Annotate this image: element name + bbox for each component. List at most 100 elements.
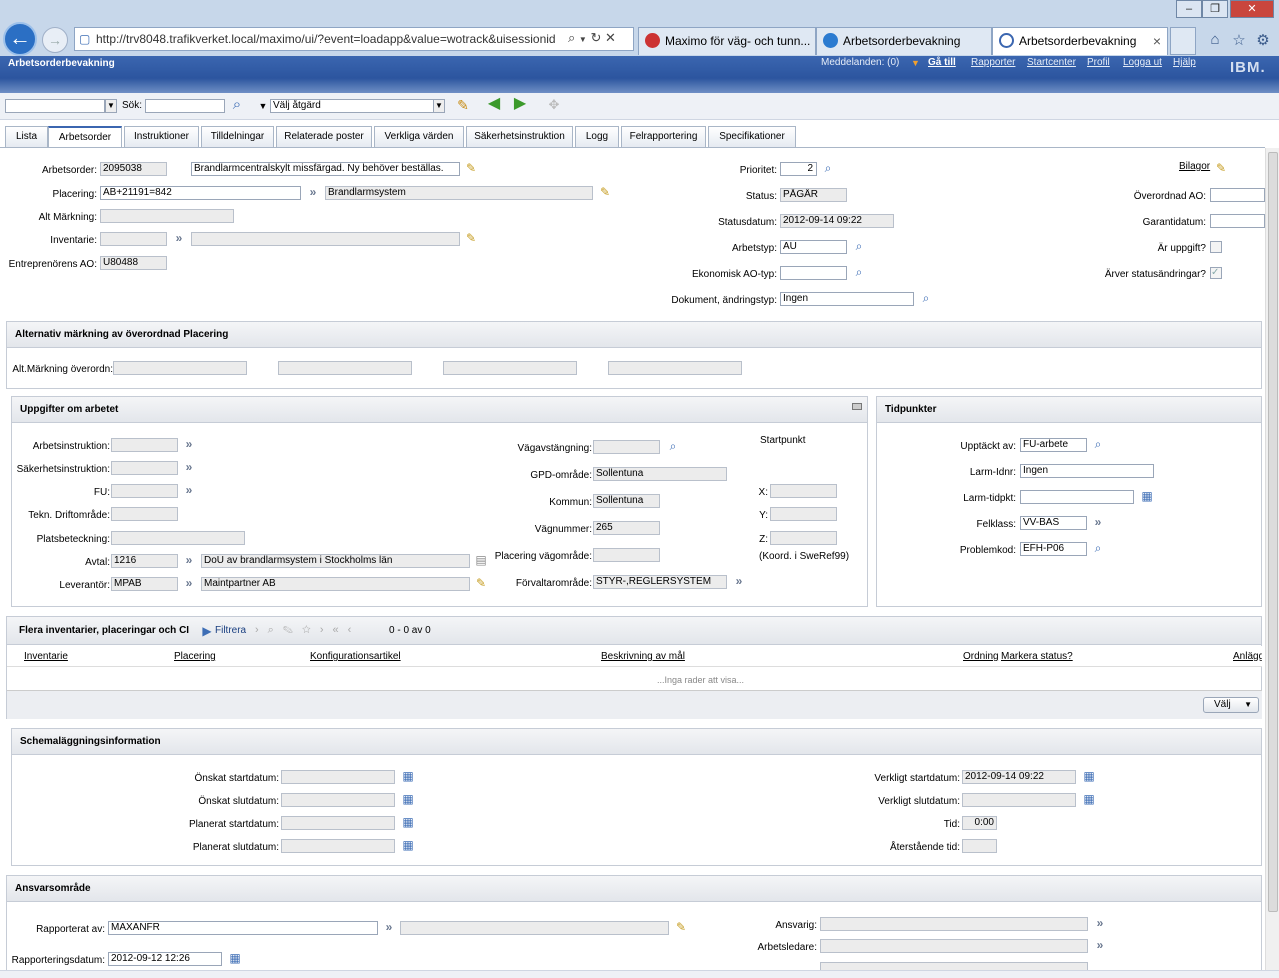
column-header[interactable]: Placering	[174, 651, 216, 662]
goto-link[interactable]: Gå till	[928, 57, 956, 68]
sakerhetsinstruktion-field[interactable]	[111, 461, 178, 475]
column-header[interactable]: Inventarie	[24, 651, 68, 662]
placering-menu-icon[interactable]: »	[306, 185, 320, 199]
minimize-button[interactable]: –	[1176, 0, 1202, 18]
rapporterat-field[interactable]: MAXANFR	[108, 921, 378, 935]
arbetsinstruktion-field[interactable]	[111, 438, 178, 452]
verkligt-slut-field[interactable]	[962, 793, 1076, 807]
ansvarig-field[interactable]	[820, 917, 1088, 931]
forvaltar-menu-icon[interactable]: »	[732, 574, 746, 588]
tab-relaterade-poster[interactable]: Relaterade poster	[276, 126, 372, 148]
avtal-menu-icon[interactable]: »	[182, 553, 196, 567]
tab-verkliga-varden[interactable]: Verkliga värden	[374, 126, 464, 148]
tekn-driftomrade-field[interactable]	[111, 507, 178, 521]
forvaltar-field[interactable]: STYR-,REGLERSYSTEM	[593, 575, 727, 589]
messages-link[interactable]: Meddelanden: (0)	[821, 57, 899, 68]
rapportdatum-field[interactable]: 2012-09-12 12:26	[108, 952, 222, 966]
dokument-lookup-icon[interactable]: ⌕	[919, 291, 933, 305]
arbetstyp-field[interactable]: AU	[780, 240, 847, 254]
help-link[interactable]: Hjälp	[1173, 57, 1196, 68]
onskat-slut-field[interactable]	[281, 793, 395, 807]
leverantor-field[interactable]: MPAB	[111, 577, 178, 591]
browser-tab-3[interactable]: Arbetsorderbevakning ×	[992, 27, 1168, 55]
home-icon[interactable]: ⌂	[1205, 31, 1225, 51]
larm-tidpkt-field[interactable]	[1020, 490, 1134, 504]
ekonomisk-field[interactable]	[780, 266, 847, 280]
placering-field[interactable]: AB+21191=842	[100, 186, 301, 200]
aterstaende-field[interactable]	[962, 839, 997, 853]
planerat-start-field[interactable]	[281, 816, 395, 830]
logout-link[interactable]: Logga ut	[1123, 57, 1162, 68]
rapportdatum-calendar-icon[interactable]: ▦	[228, 951, 242, 965]
ansvarig-menu-icon[interactable]: »	[1093, 916, 1107, 930]
browser-tab-1[interactable]: Maximo för väg- och tunn...	[638, 27, 816, 55]
settings-gear-icon[interactable]: ⚙	[1253, 31, 1273, 51]
problemkod-lookup-icon[interactable]: ⌕	[1091, 541, 1105, 555]
placering-description-field[interactable]: Brandlarmsystem	[325, 186, 593, 200]
profile-link[interactable]: Profil	[1087, 57, 1110, 68]
refresh-icon[interactable]: ↻	[590, 30, 601, 45]
onskat-slut-calendar-icon[interactable]: ▦	[401, 792, 415, 806]
arbetsorder-field[interactable]: 2095038	[100, 162, 167, 176]
inventarie-field[interactable]	[100, 232, 167, 246]
inventarie-menu-icon[interactable]: »	[172, 231, 186, 245]
upptackt-field[interactable]: FU-arbete	[1020, 438, 1087, 452]
stop-icon[interactable]: ✕	[605, 30, 616, 45]
column-header[interactable]: Ordning	[963, 651, 999, 662]
ekonomisk-lookup-icon[interactable]: ⌕	[852, 265, 866, 279]
avtal-description-field[interactable]: DoU av brandlarmsystem i Stockholms län	[201, 554, 470, 568]
garanti-field[interactable]	[1210, 214, 1265, 228]
x-field[interactable]	[770, 484, 837, 498]
tab-sakerhetsinstruktion[interactable]: Säkerhetsinstruktion	[466, 126, 573, 148]
next-record-icon[interactable]: ▶	[513, 96, 527, 112]
maximize-button[interactable]: ❐	[1202, 0, 1228, 18]
felklass-field[interactable]: VV-BAS	[1020, 516, 1087, 530]
arver-checkbox[interactable]: ✓	[1210, 267, 1222, 279]
bilagor-icon[interactable]: ✎	[1214, 161, 1228, 175]
scrollbar-thumb[interactable]	[1268, 152, 1278, 912]
fu-field[interactable]	[111, 484, 178, 498]
filter-link[interactable]: Filtrera	[215, 625, 246, 636]
entreprenor-field[interactable]: U80488	[100, 256, 167, 270]
planerat-start-calendar-icon[interactable]: ▦	[401, 815, 415, 829]
overordnad-field[interactable]	[1210, 188, 1265, 202]
search-icon[interactable]: ⌕	[230, 97, 244, 112]
back-button[interactable]: ←	[3, 22, 37, 56]
problemkod-field[interactable]: EFH-P06	[1020, 542, 1087, 556]
felklass-menu-icon[interactable]: »	[1091, 515, 1105, 529]
tab-specifikationer[interactable]: Specifikationer	[708, 126, 796, 148]
alt-markning-field-4[interactable]	[608, 361, 742, 375]
bilagor-link[interactable]: Bilagor	[1179, 161, 1210, 172]
planerat-slut-calendar-icon[interactable]: ▦	[401, 838, 415, 852]
statusdatum-field[interactable]: 2012-09-14 09:22	[780, 214, 894, 228]
action-dropdown-icon[interactable]: ▼	[433, 99, 445, 113]
rapporterat-description-field[interactable]	[400, 921, 669, 935]
avtal-field[interactable]: 1216	[111, 554, 178, 568]
tab-felrapportering[interactable]: Felrapportering	[621, 126, 706, 148]
arbetsledare-field[interactable]	[820, 939, 1088, 953]
leverantor-description-field[interactable]: Maintpartner AB	[201, 577, 470, 591]
sakerhetsinstruktion-menu-icon[interactable]: »	[182, 460, 196, 474]
column-header[interactable]: Beskrivning av mål	[601, 651, 685, 662]
planerat-slut-field[interactable]	[281, 839, 395, 853]
tab-logg[interactable]: Logg	[575, 126, 619, 148]
upptackt-lookup-icon[interactable]: ⌕	[1091, 437, 1105, 451]
edit-pencil-icon[interactable]: ✎	[456, 98, 470, 112]
tab-arbetsorder[interactable]: Arbetsorder	[48, 126, 122, 148]
alt-markning-field[interactable]	[100, 209, 234, 223]
prioritet-lookup-icon[interactable]: ⌕	[821, 161, 835, 175]
window-close-button[interactable]: ✕	[1230, 0, 1274, 18]
vagavstangning-field[interactable]	[593, 440, 660, 454]
new-tab-button[interactable]	[1170, 27, 1196, 55]
filter-icon[interactable]: ▶	[200, 624, 214, 638]
query-dropdown-icon[interactable]: ▼	[105, 99, 117, 113]
y-field[interactable]	[770, 507, 837, 521]
verkligt-start-calendar-icon[interactable]: ▦	[1082, 769, 1096, 783]
column-header[interactable]: Markera status?	[1001, 651, 1073, 662]
collapse-icon[interactable]	[852, 403, 862, 410]
onskat-start-field[interactable]	[281, 770, 395, 784]
vagnummer-field[interactable]: 265	[593, 521, 660, 535]
arbetsinstruktion-menu-icon[interactable]: »	[182, 437, 196, 451]
action-select[interactable]: Välj åtgärd	[270, 99, 434, 113]
prioritet-field[interactable]: 2	[780, 162, 817, 176]
